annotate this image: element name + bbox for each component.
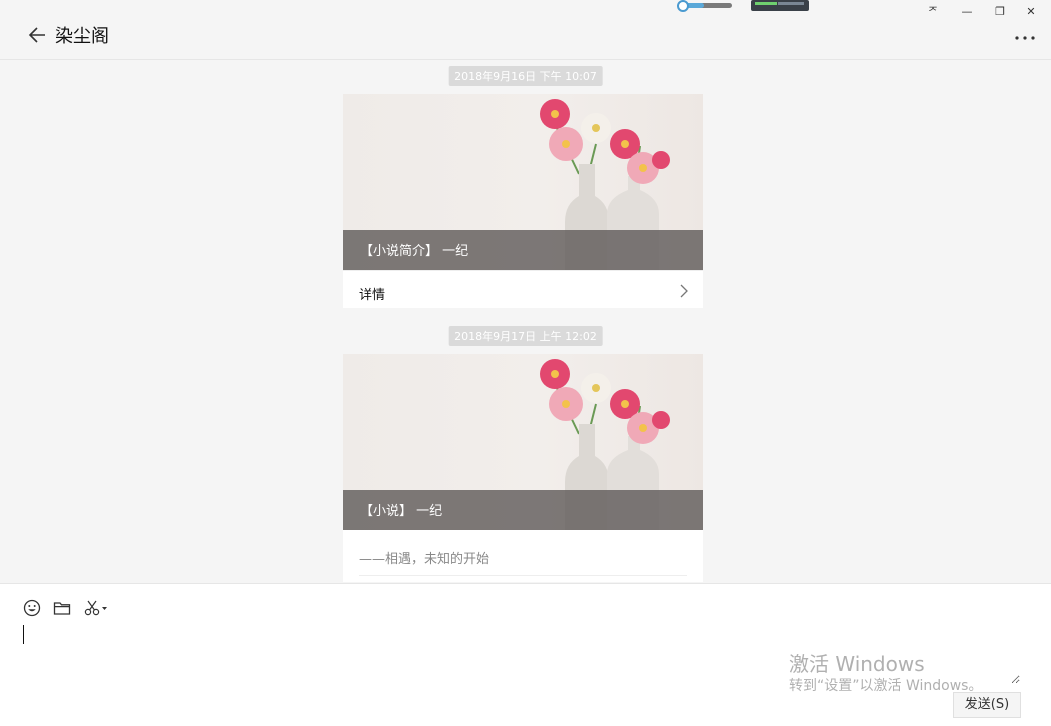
message-timestamp: 2018年9月17日 上午 12:02 [448,326,603,346]
card-title-overlay: 【小说】 一纪 [343,490,703,530]
chat-area: 2018年9月16日 下午 10:07 【小说简介】 一纪 详情 2018年9月… [0,61,1051,583]
signal-meter-icon [751,0,809,11]
chat-title: 染尘阁 [55,26,109,47]
article-card[interactable]: 【小说】 一纪 ——相遇，未知的开始 [343,354,703,582]
card-title: 【小说简介】 一纪 [360,244,469,259]
card-summary: ——相遇，未知的开始 [359,552,490,567]
article-card[interactable]: 【小说简介】 一纪 详情 [343,94,703,308]
title-bar: 染尘阁 ᅎ — ❐ ✕ [0,0,1051,60]
scissors-icon[interactable] [83,598,109,618]
more-options-icon[interactable] [1013,28,1037,48]
divider [359,575,687,576]
chevron-right-icon [680,284,688,298]
card-summary-row[interactable]: ——相遇，未知的开始 [343,530,703,582]
folder-icon[interactable] [52,598,72,618]
card-details-row[interactable]: 详情 [343,270,703,308]
card-title: 【小说】 一纪 [360,504,443,519]
minimize-button[interactable]: — [954,2,980,22]
restore-button[interactable]: ❐ [987,2,1013,22]
card-cover-image: 【小说简介】 一纪 [343,94,703,270]
card-cover-image: 【小说】 一纪 [343,354,703,530]
close-button[interactable]: ✕ [1018,2,1044,22]
activation-watermark-title: 激活 Windows [789,652,925,676]
volume-slider[interactable] [676,0,734,12]
pin-button[interactable]: ᅎ [920,2,946,22]
details-label: 详情 [359,288,386,303]
back-arrow-icon[interactable] [27,24,49,46]
message-timestamp: 2018年9月16日 下午 10:07 [448,66,603,86]
send-button[interactable]: 发送(S) [953,692,1021,718]
card-title-overlay: 【小说简介】 一纪 [343,230,703,270]
emoji-icon[interactable] [22,598,42,618]
